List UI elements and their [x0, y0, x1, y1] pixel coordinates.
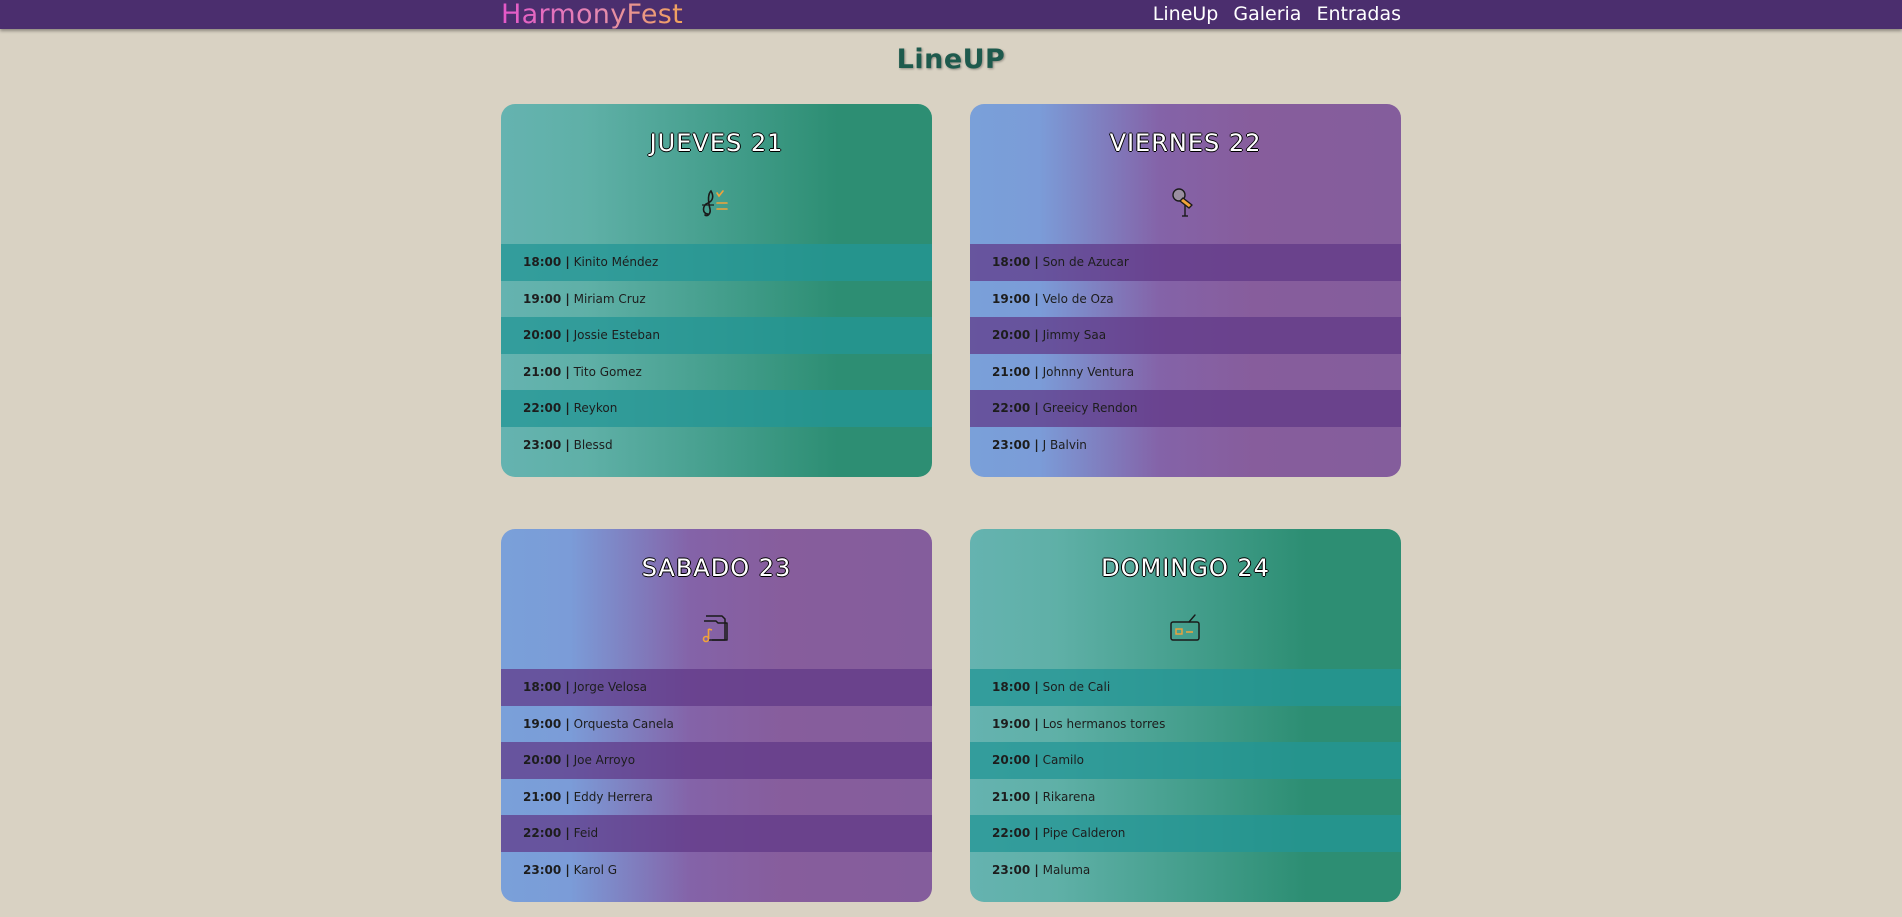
slot-time: 23:00 |: [523, 437, 570, 452]
artist-name: Jimmy Saa: [1042, 328, 1107, 342]
lineup-row: 22:00 | Pipe Calderon: [970, 815, 1401, 852]
artist-name: Camilo: [1042, 753, 1085, 767]
artist-name: Kinito Méndez: [573, 255, 659, 269]
slot-time: 22:00 |: [992, 826, 1039, 840]
slot-time: 22:00 |: [992, 401, 1039, 415]
lineup-row: 23:00 | J Balvin: [970, 427, 1401, 464]
card-header: SABADO 23: [501, 529, 932, 669]
lineup-row: 23:00 | Blessd: [501, 427, 932, 464]
card-header: DOMINGO 24: [970, 529, 1401, 669]
artist-name: Karol G: [573, 862, 618, 877]
day-card-jueves: JUEVES 21 18:00 | Kinito Méndez 19:00 | …: [501, 104, 932, 477]
artist-name: Eddy Herrera: [573, 789, 653, 804]
lineup-row: 22:00 | Reykon: [501, 390, 932, 427]
artist-name: Jossie Esteban: [573, 328, 661, 342]
artist-name: Joe Arroyo: [573, 753, 636, 767]
lineup-row: 18:00 | Son de Azucar: [970, 244, 1401, 281]
artist-name: Son de Cali: [1042, 680, 1111, 694]
navbar: HarmonyFest LineUp Galeria Entradas: [0, 0, 1902, 29]
lineup-row: 18:00 | Kinito Méndez: [501, 244, 932, 281]
lineup-row: 21:00 | Johnny Ventura: [970, 354, 1401, 391]
artist-name: Feid: [573, 826, 599, 840]
lineup-row: 19:00 | Miriam Cruz: [501, 281, 932, 318]
artist-name: Jorge Velosa: [573, 680, 647, 694]
slot-time: 20:00 |: [523, 328, 570, 342]
card-header: JUEVES 21: [501, 104, 932, 244]
nav-link-galeria[interactable]: Galeria: [1233, 0, 1301, 29]
lineup-row: 19:00 | Orquesta Canela: [501, 706, 932, 743]
lineup-row: 18:00 | Son de Cali: [970, 669, 1401, 706]
artist-name: Rikarena: [1042, 789, 1096, 804]
lineup-list: 18:00 | Kinito Méndez 19:00 | Miriam Cru…: [501, 244, 932, 463]
lineup-row: 19:00 | Los hermanos torres: [970, 706, 1401, 743]
artist-name: Tito Gomez: [573, 364, 642, 379]
slot-time: 20:00 |: [992, 328, 1039, 342]
artist-name: Velo de Oza: [1042, 291, 1114, 306]
slot-time: 23:00 |: [523, 862, 570, 877]
slot-time: 19:00 |: [523, 716, 570, 731]
slot-time: 18:00 |: [523, 255, 570, 269]
brand-logo[interactable]: HarmonyFest: [501, 0, 683, 29]
lineup-row: 23:00 | Maluma: [970, 852, 1401, 889]
slot-time: 20:00 |: [992, 753, 1039, 767]
artist-name: Los hermanos torres: [1042, 716, 1166, 731]
lineup-row: 20:00 | Jimmy Saa: [970, 317, 1401, 354]
slot-time: 21:00 |: [523, 364, 570, 379]
card-header: VIERNES 22: [970, 104, 1401, 244]
lineup-row: 22:00 | Greeicy Rendon: [970, 390, 1401, 427]
radio-icon: [1170, 614, 1200, 641]
lineup-row: 21:00 | Rikarena: [970, 779, 1401, 816]
slot-time: 21:00 |: [523, 789, 570, 804]
lineup-row: 22:00 | Feid: [501, 815, 932, 852]
slot-time: 18:00 |: [523, 680, 570, 694]
page-title: LineUP: [896, 44, 1006, 75]
slot-time: 22:00 |: [523, 401, 570, 415]
nav-link-lineup[interactable]: LineUp: [1153, 0, 1219, 29]
lineup-row: 21:00 | Eddy Herrera: [501, 779, 932, 816]
day-title: VIERNES 22: [1109, 129, 1262, 157]
slot-time: 18:00 |: [992, 255, 1039, 269]
lineup-row: 19:00 | Velo de Oza: [970, 281, 1401, 318]
music-list-icon: [702, 189, 728, 217]
lineup-row: 18:00 | Jorge Velosa: [501, 669, 932, 706]
artist-name: Reykon: [573, 401, 618, 415]
artist-name: Blessd: [573, 437, 613, 452]
artist-name: Miriam Cruz: [573, 291, 646, 306]
day-card-viernes: VIERNES 22 18:00 | Son de Azucar 19:00 |…: [970, 104, 1401, 477]
day-card-domingo: DOMINGO 24 18:00 | Son de Cali 19:00 | L…: [970, 529, 1401, 902]
slot-time: 21:00 |: [992, 789, 1039, 804]
lineup-row: 20:00 | Camilo: [970, 742, 1401, 779]
slot-time: 19:00 |: [992, 716, 1039, 731]
slot-time: 20:00 |: [523, 753, 570, 767]
slot-time: 23:00 |: [992, 862, 1039, 877]
day-card-sabado: SABADO 23 18:00 | Jorge Velosa 19:00 | O…: [501, 529, 932, 902]
day-title: JUEVES 21: [649, 129, 784, 157]
artist-name: Orquesta Canela: [573, 716, 674, 731]
day-title: DOMINGO 24: [1101, 554, 1270, 582]
slot-time: 19:00 |: [523, 291, 570, 306]
lineup-list: 18:00 | Son de Azucar 19:00 | Velo de Oz…: [970, 244, 1401, 463]
artist-name: Greeicy Rendon: [1042, 401, 1138, 415]
lineup-row: 23:00 | Karol G: [501, 852, 932, 889]
microphone-icon: [1172, 188, 1193, 217]
lineup-row: 21:00 | Tito Gomez: [501, 354, 932, 391]
day-title: SABADO 23: [641, 554, 792, 582]
artist-name: Pipe Calderon: [1042, 826, 1126, 840]
slot-time: 21:00 |: [992, 364, 1039, 379]
music-folder-icon: [702, 615, 728, 643]
nav-links: LineUp Galeria Entradas: [1153, 0, 1401, 29]
lineup-row: 20:00 | Joe Arroyo: [501, 742, 932, 779]
artist-name: Johnny Ventura: [1042, 364, 1135, 379]
lineup-row: 20:00 | Jossie Esteban: [501, 317, 932, 354]
lineup-list: 18:00 | Jorge Velosa 19:00 | Orquesta Ca…: [501, 669, 932, 888]
artist-name: J Balvin: [1042, 437, 1087, 452]
slot-time: 22:00 |: [523, 826, 570, 840]
artist-name: Son de Azucar: [1042, 255, 1129, 269]
nav-link-entradas[interactable]: Entradas: [1316, 0, 1401, 29]
slot-time: 23:00 |: [992, 437, 1039, 452]
slot-time: 18:00 |: [992, 680, 1039, 694]
lineup-list: 18:00 | Son de Cali 19:00 | Los hermanos…: [970, 669, 1401, 888]
slot-time: 19:00 |: [992, 291, 1039, 306]
artist-name: Maluma: [1042, 862, 1091, 877]
